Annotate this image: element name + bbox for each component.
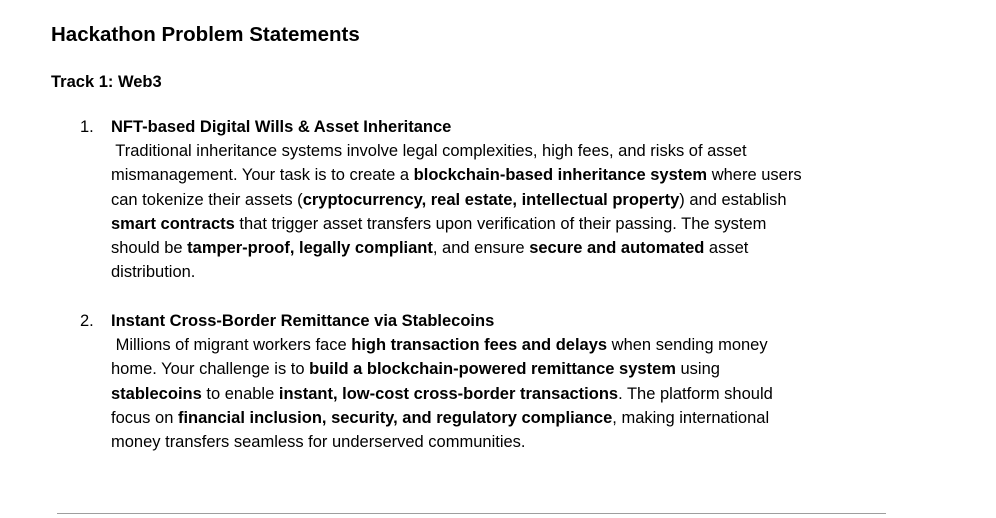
text-run: where users bbox=[707, 166, 802, 185]
description-line: distribution. bbox=[111, 260, 901, 284]
description-line: should be tamper-proof, legally complian… bbox=[111, 236, 901, 260]
bold-text: tamper-proof, legally compliant bbox=[187, 239, 433, 257]
track-heading: Track 1: Web3 bbox=[51, 73, 162, 91]
list-number: 1. bbox=[80, 118, 94, 136]
text-run: , making international bbox=[612, 408, 770, 427]
description-line: Millions of migrant workers face high tr… bbox=[111, 333, 901, 357]
bold-text: instant, low-cost cross-border transacti… bbox=[278, 384, 619, 403]
description-line: home. Your challenge is to build a block… bbox=[111, 357, 901, 381]
problem-description: Millions of migrant workers face high tr… bbox=[111, 333, 901, 454]
description-line: can tokenize their assets (cryptocurrenc… bbox=[111, 188, 901, 212]
text-run: using bbox=[675, 360, 720, 379]
problem-title: Instant Cross-Border Remittance via Stab… bbox=[111, 312, 495, 330]
bold-text: smart contracts bbox=[111, 214, 235, 233]
document-page: Hackathon Problem Statements Track 1: We… bbox=[0, 0, 996, 518]
text-run: home. Your challenge is to bbox=[111, 360, 310, 379]
text-run: that trigger asset transfers upon verifi… bbox=[234, 214, 767, 233]
bold-text: build a blockchain-powered remittance sy… bbox=[309, 360, 676, 379]
list-number: 2. bbox=[80, 312, 94, 330]
text-run: should be bbox=[111, 239, 188, 257]
text-run: , and ensure bbox=[432, 239, 530, 257]
bold-text: high transaction fees and delays bbox=[351, 336, 608, 355]
text-run: Millions of migrant workers face bbox=[111, 336, 352, 355]
text-run: asset bbox=[704, 239, 749, 257]
text-run: focus on bbox=[111, 408, 178, 427]
description-line: mismanagement. Your task is to create a … bbox=[111, 163, 901, 187]
page-divider bbox=[57, 513, 886, 514]
text-run: can tokenize their assets ( bbox=[111, 190, 303, 209]
bold-text: cryptocurrency, real estate, intellectua… bbox=[302, 190, 680, 209]
description-line: smart contracts that trigger asset trans… bbox=[111, 212, 901, 236]
text-run: mismanagement. Your task is to create a bbox=[111, 166, 414, 185]
bold-text: financial inclusion, security, and regul… bbox=[177, 408, 613, 427]
bold-text: stablecoins bbox=[111, 384, 202, 403]
problem-title: NFT-based Digital Wills & Asset Inherita… bbox=[111, 118, 452, 136]
text-run: distribution. bbox=[111, 263, 196, 282]
description-line: money transfers seamless for underserved… bbox=[111, 430, 901, 454]
text-run: . The platform should bbox=[618, 384, 773, 403]
text-run: to enable bbox=[201, 384, 279, 403]
bold-text: secure and automated bbox=[529, 239, 705, 257]
description-line: focus on financial inclusion, security, … bbox=[111, 406, 901, 430]
text-run: ) and establish bbox=[679, 190, 787, 209]
page-title: Hackathon Problem Statements bbox=[51, 23, 360, 46]
text-run: when sending money bbox=[607, 336, 768, 355]
description-line: stablecoins to enable instant, low-cost … bbox=[111, 382, 901, 406]
text-run: money transfers seamless for underserved… bbox=[111, 433, 526, 451]
description-line: Traditional inheritance systems involve … bbox=[111, 139, 901, 163]
bold-text: blockchain-based inheritance system bbox=[413, 166, 708, 185]
problem-description: Traditional inheritance systems involve … bbox=[111, 139, 901, 284]
text-run: Traditional inheritance systems involve … bbox=[111, 142, 747, 161]
